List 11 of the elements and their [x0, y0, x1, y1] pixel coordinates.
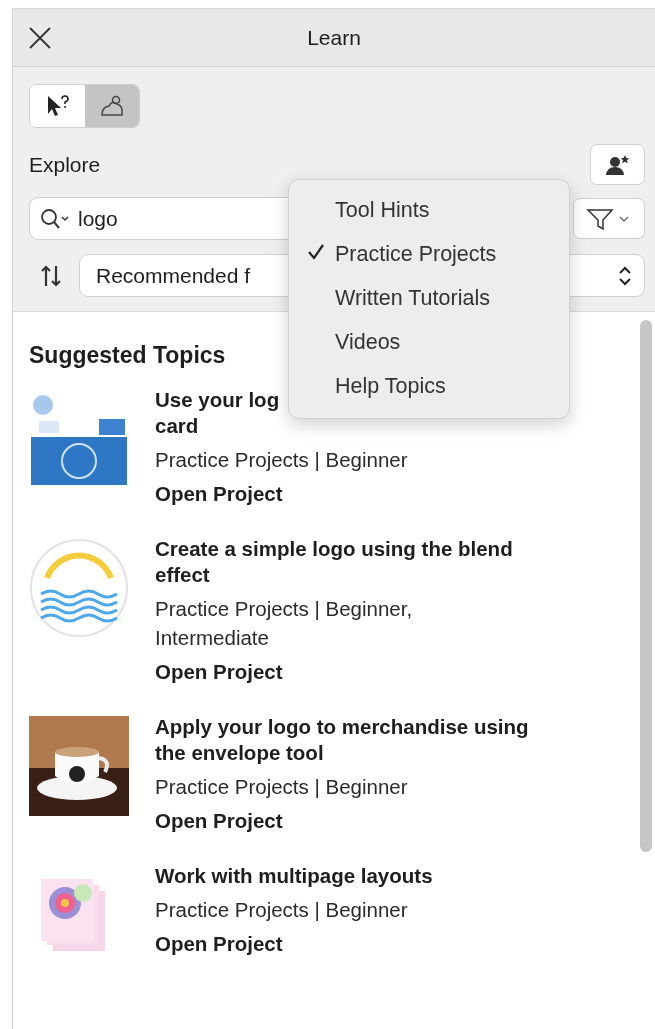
- topic-meta: Practice Projects | Beginner: [155, 897, 408, 923]
- topic-title: Work with multipage layouts: [155, 863, 433, 889]
- panel-title: Learn: [307, 25, 361, 50]
- topic-meta: Practice Projects | Beginner, Intermediate: [155, 596, 414, 651]
- explore-label: Explore: [29, 152, 102, 177]
- topic-title: Use your log card: [155, 387, 280, 439]
- topic-meta: Practice Projects | Beginner: [155, 447, 408, 473]
- section-heading: Suggested Topics: [29, 342, 227, 369]
- topic-title: Apply your logo to merchandise using the envelope tool: [155, 714, 530, 766]
- topic-title: Create a simple logo using the blend effect: [155, 536, 514, 588]
- topic-meta: Practice Projects | Beginner: [155, 774, 408, 800]
